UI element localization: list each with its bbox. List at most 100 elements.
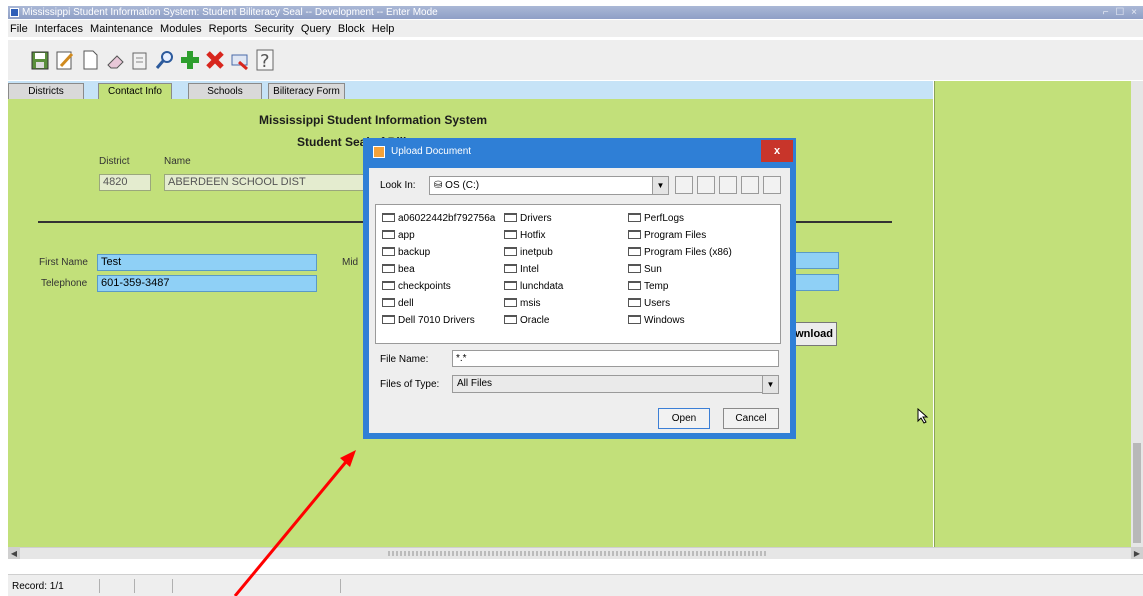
- name-label: Name: [164, 156, 191, 167]
- telephone-field[interactable]: 601-359-3487: [97, 275, 317, 292]
- status-bar: Record: 1/1: [8, 574, 1143, 596]
- district-code-field[interactable]: 4820: [99, 174, 151, 191]
- folder-icon: [504, 247, 517, 256]
- folder-item[interactable]: PerfLogs: [628, 213, 684, 224]
- first-name-label: First Name: [39, 257, 88, 268]
- menu-interfaces[interactable]: Interfaces: [35, 23, 83, 35]
- first-name-field[interactable]: Test: [97, 254, 317, 271]
- status-cell: [340, 579, 341, 593]
- folder-icon: [504, 230, 517, 239]
- window-title-bar: Mississippi Student Information System: …: [8, 6, 1143, 19]
- scroll-right-icon[interactable]: ▶: [1131, 548, 1143, 559]
- folder-item[interactable]: Temp: [628, 281, 668, 292]
- folder-icon: [504, 264, 517, 273]
- look-in-combo[interactable]: ⛁ OS (C:) ▼: [429, 176, 669, 195]
- folder-item[interactable]: Dell 7010 Drivers: [382, 315, 475, 326]
- folder-item[interactable]: Windows: [628, 315, 685, 326]
- menu-file[interactable]: File: [10, 23, 28, 35]
- add-icon[interactable]: [180, 48, 200, 74]
- file-list[interactable]: a06022442bf792756a app backup bea checkp…: [375, 204, 781, 344]
- folder-icon: [382, 281, 395, 290]
- tab-schools[interactable]: Schools: [188, 83, 262, 100]
- file-name-input[interactable]: *.*: [452, 350, 779, 367]
- folder-item[interactable]: Drivers: [504, 213, 552, 224]
- folder-item[interactable]: Users: [628, 298, 670, 309]
- menu-help[interactable]: Help: [372, 23, 395, 35]
- folder-item[interactable]: app: [382, 230, 415, 241]
- chevron-down-icon[interactable]: ▼: [652, 176, 669, 195]
- horizontal-scrollbar[interactable]: ◀ ▶: [8, 547, 1143, 559]
- cancel-button[interactable]: Cancel: [723, 408, 779, 429]
- last-name-field[interactable]: [791, 252, 839, 269]
- home-icon[interactable]: [697, 176, 715, 194]
- tab-biliteracy-form[interactable]: Biliteracy Form: [268, 83, 345, 100]
- folder-item[interactable]: Intel: [504, 264, 539, 275]
- edit-icon[interactable]: [55, 48, 75, 74]
- folder-item[interactable]: Oracle: [504, 315, 549, 326]
- district-name-field[interactable]: ABERDEEN SCHOOL DIST: [164, 174, 374, 191]
- new-folder-icon[interactable]: [719, 176, 737, 194]
- folder-item[interactable]: bea: [382, 264, 415, 275]
- folder-icon: [628, 230, 641, 239]
- folder-item[interactable]: Program Files: [628, 230, 706, 241]
- menu-query[interactable]: Query: [301, 23, 331, 35]
- window-title: Mississippi Student Information System: …: [22, 7, 438, 18]
- open-button[interactable]: Open: [658, 408, 710, 429]
- menu-reports[interactable]: Reports: [209, 23, 248, 35]
- menu-security[interactable]: Security: [254, 23, 294, 35]
- email-field[interactable]: [791, 274, 839, 291]
- exit-icon[interactable]: [230, 48, 250, 74]
- close-button[interactable]: x: [761, 140, 793, 162]
- folder-icon: [504, 281, 517, 290]
- status-cell: [99, 579, 100, 593]
- list-view-icon[interactable]: [741, 176, 759, 194]
- right-panel: [934, 81, 1131, 547]
- folder-icon: [628, 315, 641, 324]
- status-cell: [172, 579, 173, 593]
- scroll-grip[interactable]: [388, 551, 768, 556]
- folder-item[interactable]: checkpoints: [382, 281, 451, 292]
- folder-item[interactable]: Sun: [628, 264, 662, 275]
- app-icon: [10, 8, 19, 17]
- search-icon[interactable]: [155, 48, 175, 74]
- file-type-select[interactable]: All Files ▼: [452, 375, 779, 394]
- look-in-value: OS (C:): [445, 180, 480, 191]
- folder-item[interactable]: dell: [382, 298, 414, 309]
- dialog-title-bar[interactable]: Upload Document: [363, 138, 796, 166]
- svg-text:?: ?: [260, 51, 270, 72]
- save-icon[interactable]: [30, 48, 50, 74]
- menu-bar: File Interfaces Maintenance Modules Repo…: [8, 20, 1143, 37]
- folder-item[interactable]: backup: [382, 247, 430, 258]
- window-controls[interactable]: ⌐ ☐ ×: [1103, 6, 1139, 19]
- up-one-level-icon[interactable]: [675, 176, 693, 194]
- middle-name-label: Mid: [342, 257, 359, 268]
- tab-districts[interactable]: Districts: [8, 83, 84, 100]
- folder-icon: [628, 281, 641, 290]
- menu-modules[interactable]: Modules: [160, 23, 202, 35]
- folder-item[interactable]: Hotfix: [504, 230, 546, 241]
- new-doc-icon[interactable]: [80, 48, 100, 74]
- folder-item[interactable]: inetpub: [504, 247, 553, 258]
- folder-icon: [382, 247, 395, 256]
- delete-icon[interactable]: [205, 48, 225, 74]
- menu-block[interactable]: Block: [338, 23, 365, 35]
- help-icon[interactable]: ?: [255, 48, 275, 74]
- scroll-left-icon[interactable]: ◀: [8, 548, 20, 559]
- upload-document-dialog: Upload Document x Look In: ⛁ OS (C:) ▼ a…: [363, 138, 796, 439]
- vertical-scroll-thumb[interactable]: [1133, 443, 1141, 543]
- vertical-scrollbar[interactable]: [1131, 81, 1143, 547]
- eraser-icon[interactable]: [105, 48, 125, 74]
- folder-icon: [382, 315, 395, 324]
- print-icon[interactable]: [130, 48, 150, 74]
- chevron-down-icon[interactable]: ▼: [762, 375, 779, 394]
- download-button[interactable]: wnload: [790, 322, 837, 346]
- folder-icon: [382, 230, 395, 239]
- tab-contact-info[interactable]: Contact Info: [98, 83, 172, 100]
- folder-item[interactable]: msis: [504, 298, 541, 309]
- folder-item[interactable]: Program Files (x86): [628, 247, 732, 258]
- folder-item[interactable]: a06022442bf792756a: [382, 213, 495, 224]
- details-view-icon[interactable]: [763, 176, 781, 194]
- folder-item[interactable]: lunchdata: [504, 281, 563, 292]
- file-name-label: File Name:: [380, 354, 429, 365]
- menu-maintenance[interactable]: Maintenance: [90, 23, 153, 35]
